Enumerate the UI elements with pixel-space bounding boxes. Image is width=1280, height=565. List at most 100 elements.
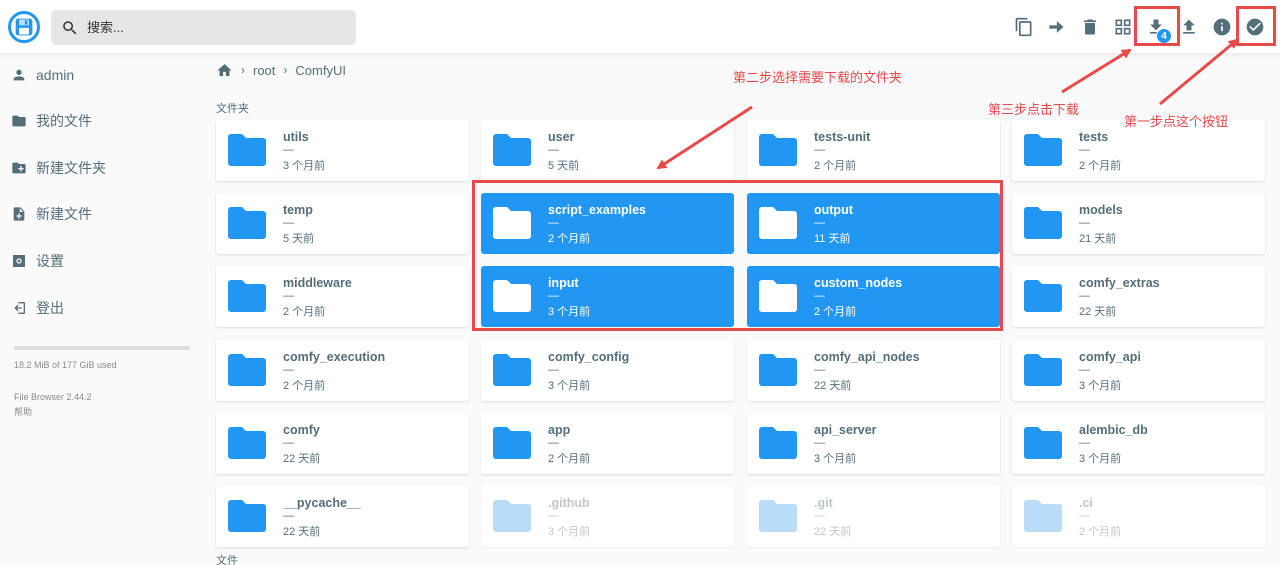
folder-modified: 2 个月前 xyxy=(814,160,857,172)
breadcrumb-item-root[interactable]: root xyxy=(253,63,275,78)
folder-modified: 2 个月前 xyxy=(283,306,326,318)
folder-modified: 22 天前 xyxy=(283,526,321,538)
folder-modified: 3 个月前 xyxy=(1079,453,1122,465)
select-highlight-box xyxy=(1236,6,1276,46)
folder-icon xyxy=(228,354,266,386)
sidebar-item-label: 新建文件 xyxy=(36,206,92,222)
sidebar-item-user[interactable]: admin xyxy=(0,55,200,95)
new-folder-icon xyxy=(12,162,26,174)
folder-icon xyxy=(759,354,797,386)
folder-card[interactable]: .github — 3 个月前 xyxy=(481,486,734,547)
folder-card[interactable]: user — 5 天前 xyxy=(481,120,734,181)
sidebar-item-new-folder[interactable]: 新建文件夹 xyxy=(0,148,200,188)
folder-name: models xyxy=(1079,203,1123,217)
folder-size: — xyxy=(1079,144,1090,156)
folder-card[interactable]: comfy_config — 3 个月前 xyxy=(481,340,734,401)
folder-icon xyxy=(759,427,797,459)
folder-modified: 21 天前 xyxy=(1079,233,1117,245)
search-input[interactable] xyxy=(87,20,337,35)
folder-card[interactable]: app — 2 个月前 xyxy=(481,413,734,474)
folder-name: middleware xyxy=(283,276,352,290)
folder-size: — xyxy=(548,144,559,156)
move-button[interactable] xyxy=(1041,12,1071,42)
folder-modified: 22 天前 xyxy=(1079,306,1117,318)
folder-modified: 22 天前 xyxy=(283,453,321,465)
folder-card[interactable]: models — 21 天前 xyxy=(1012,193,1265,254)
folder-icon xyxy=(1024,207,1062,239)
folder-icon xyxy=(759,500,797,532)
search-box[interactable] xyxy=(51,10,356,45)
floppy-disk-icon xyxy=(15,18,33,36)
folder-size: — xyxy=(814,144,825,156)
folder-name: .ci xyxy=(1079,496,1093,510)
folder-card[interactable]: .ci — 2 个月前 xyxy=(1012,486,1265,547)
breadcrumb-item-comfyui[interactable]: ComfyUI xyxy=(295,63,346,78)
folder-size: — xyxy=(1079,364,1090,376)
folder-card[interactable]: comfy_api_nodes — 22 天前 xyxy=(747,340,1000,401)
sidebar-item-new-file[interactable]: 新建文件 xyxy=(0,194,200,234)
folder-card[interactable]: .git — 22 天前 xyxy=(747,486,1000,547)
folder-icon xyxy=(228,280,266,312)
folder-card[interactable]: comfy_extras — 22 天前 xyxy=(1012,266,1265,327)
folder-modified: 3 个月前 xyxy=(1079,380,1122,392)
logout-icon xyxy=(14,302,25,314)
selection-highlight-frame xyxy=(472,180,1003,331)
folder-card[interactable]: middleware — 2 个月前 xyxy=(216,266,469,327)
folder-icon xyxy=(493,354,531,386)
folder-icon xyxy=(493,427,531,459)
sidebar-item-label: admin xyxy=(36,67,75,83)
folder-size: — xyxy=(814,437,825,449)
annotation-step2: 第二步选择需要下载的文件夹 xyxy=(733,70,903,85)
app-logo[interactable] xyxy=(8,11,40,43)
folder-name: comfy_config xyxy=(548,350,630,364)
folder-name: app xyxy=(548,423,571,437)
folder-icon xyxy=(493,134,531,166)
move-icon xyxy=(1049,21,1064,33)
folder-card[interactable]: __pycache__ — 22 天前 xyxy=(216,486,469,547)
sidebar-item-label: 我的文件 xyxy=(36,113,92,129)
delete-button[interactable] xyxy=(1075,12,1105,42)
folder-card[interactable]: api_server — 3 个月前 xyxy=(747,413,1000,474)
copy-button[interactable] xyxy=(1009,12,1039,42)
folder-name: alembic_db xyxy=(1079,423,1148,437)
folder-icon xyxy=(228,427,266,459)
folders-section-label: 文件夹 xyxy=(216,103,249,115)
person-icon xyxy=(13,69,25,81)
sidebar-item-settings[interactable]: 设置 xyxy=(0,241,200,281)
folder-modified: 3 个月前 xyxy=(548,526,591,538)
folder-name: __pycache__ xyxy=(283,496,361,510)
home-icon[interactable] xyxy=(216,62,233,79)
download-highlight-box xyxy=(1134,6,1180,46)
folder-modified: 5 天前 xyxy=(283,233,315,245)
folder-modified: 2 个月前 xyxy=(1079,160,1122,172)
grid-view-icon xyxy=(1115,19,1131,35)
folder-card[interactable]: comfy_api — 3 个月前 xyxy=(1012,340,1265,401)
folder-modified: 2 个月前 xyxy=(283,380,326,392)
folder-modified: 3 个月前 xyxy=(814,453,857,465)
folder-icon xyxy=(1024,280,1062,312)
storage-usage-text: 18.2 MiB of 177 GiB used xyxy=(14,360,117,370)
sidebar-item-logout[interactable]: 登出 xyxy=(0,288,200,328)
folder-card[interactable]: temp — 5 天前 xyxy=(216,193,469,254)
folder-icon xyxy=(759,134,797,166)
sidebar-item-my-files[interactable]: 我的文件 xyxy=(0,101,200,141)
folder-card[interactable]: alembic_db — 3 个月前 xyxy=(1012,413,1265,474)
search-icon xyxy=(63,20,77,34)
sidebar-item-label: 登出 xyxy=(36,300,64,316)
folder-card[interactable]: comfy_execution — 2 个月前 xyxy=(216,340,469,401)
folder-size: — xyxy=(283,217,294,229)
folder-icon xyxy=(493,500,531,532)
folder-size: — xyxy=(548,364,559,376)
folder-name: api_server xyxy=(814,423,877,437)
folder-modified: 5 天前 xyxy=(548,160,580,172)
folder-name: utils xyxy=(283,130,309,144)
folder-card[interactable]: comfy — 22 天前 xyxy=(216,413,469,474)
info-button[interactable] xyxy=(1207,12,1237,42)
folder-icon xyxy=(1024,354,1062,386)
help-link[interactable]: 帮助 xyxy=(14,405,32,418)
info-icon xyxy=(1213,18,1231,36)
folder-card[interactable]: tests-unit — 2 个月前 xyxy=(747,120,1000,181)
folder-card[interactable]: utils — 3 个月前 xyxy=(216,120,469,181)
folder-name: comfy_execution xyxy=(283,350,386,364)
folder-modified: 2 个月前 xyxy=(1079,526,1122,538)
